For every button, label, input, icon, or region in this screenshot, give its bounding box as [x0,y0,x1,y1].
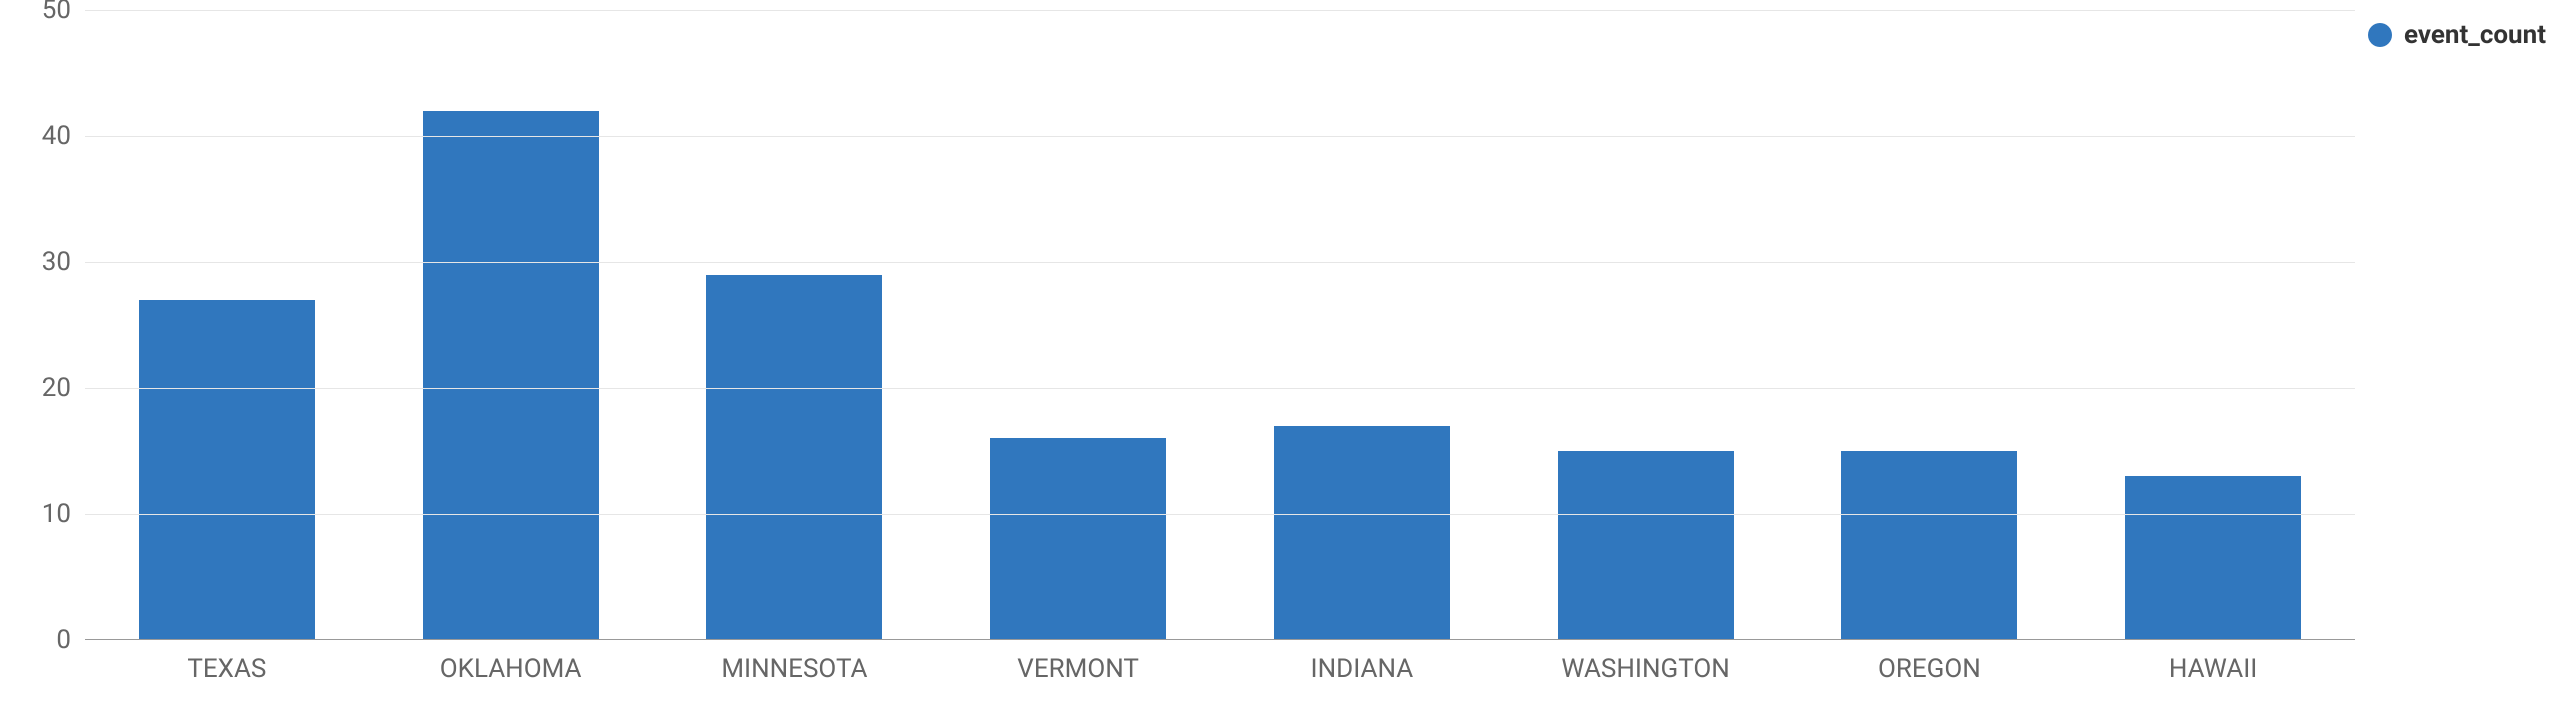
bar-slot: MINNESOTA [653,10,937,640]
bar-slot: HAWAII [2071,10,2355,640]
bar [1558,451,1734,640]
bar-slot: INDIANA [1220,10,1504,640]
bar-slot: TEXAS [85,10,369,640]
x-tick-label: MINNESOTA [721,640,867,684]
grid-line [85,514,2355,515]
grid-line [85,388,2355,389]
y-tick-label: 20 [42,373,85,403]
bar-slot: VERMONT [936,10,1220,640]
x-tick-label: OREGON [1878,640,1981,684]
plot-area: TEXASOKLAHOMAMINNESOTAVERMONTINDIANAWASH… [85,10,2355,640]
bar-slot: WASHINGTON [1504,10,1788,640]
x-tick-label: HAWAII [2169,640,2258,684]
y-tick-label: 10 [42,499,85,529]
y-tick-label: 50 [42,0,85,25]
y-tick-label: 40 [42,121,85,151]
bar [423,111,599,640]
bar [990,438,1166,640]
legend-swatch-event-count [2368,23,2392,47]
y-tick-label: 0 [56,625,85,655]
grid-line [85,10,2355,11]
bar [1841,451,2017,640]
bar-slot: OREGON [1788,10,2072,640]
grid-line [85,136,2355,137]
x-tick-label: WASHINGTON [1561,640,1729,684]
x-tick-label: VERMONT [1017,640,1139,684]
x-axis-line [85,639,2355,640]
legend-label: event_count [2404,20,2546,50]
x-tick-label: TEXAS [187,640,266,684]
x-tick-label: INDIANA [1311,640,1414,684]
legend: event_count [2368,20,2546,50]
grid-line [85,262,2355,263]
bar [1274,426,1450,640]
x-tick-label: OKLAHOMA [440,640,582,684]
bar [2125,476,2301,640]
bar [139,300,315,640]
bars-layer: TEXASOKLAHOMAMINNESOTAVERMONTINDIANAWASH… [85,10,2355,640]
bar-slot: OKLAHOMA [369,10,653,640]
y-tick-label: 30 [42,247,85,277]
chart-container: TEXASOKLAHOMAMINNESOTAVERMONTINDIANAWASH… [0,0,2570,706]
bar [706,275,882,640]
